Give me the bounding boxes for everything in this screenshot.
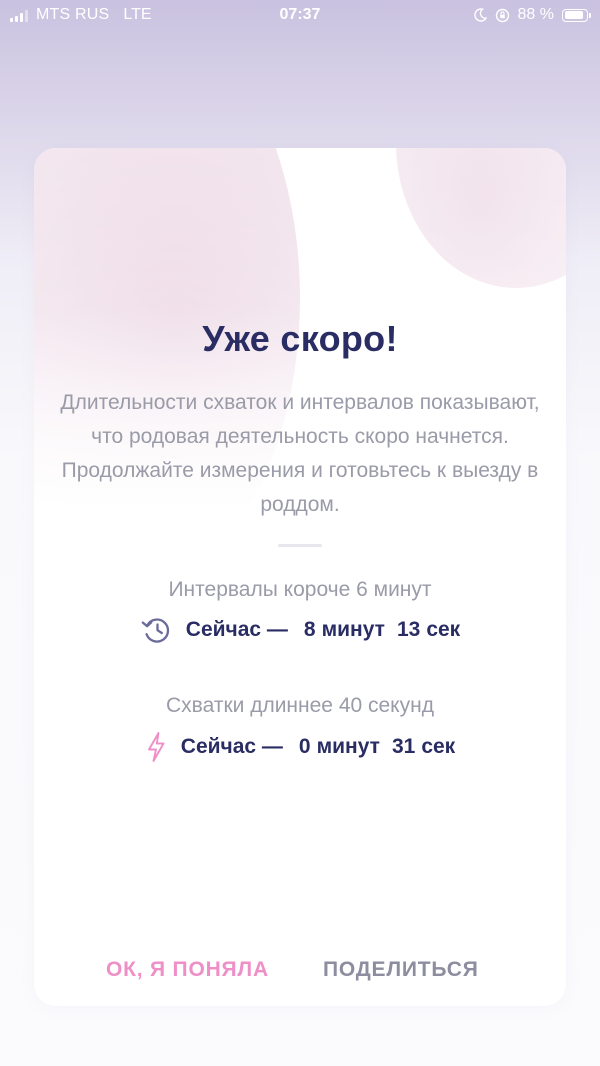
orientation-lock-icon xyxy=(495,8,510,23)
status-bar: MTS RUS LTE 07:37 88 % xyxy=(0,0,600,32)
dialog-description: Длительности схваток и интервалов показы… xyxy=(60,391,540,516)
intervals-seconds-value: 13 xyxy=(396,618,421,641)
contractions-minutes-unit: минут xyxy=(316,735,380,758)
status-right: 88 % xyxy=(473,6,591,24)
intervals-minutes-value: 8 xyxy=(303,618,316,641)
intervals-seconds-unit: сек xyxy=(426,618,461,641)
completion-dialog: Уже скоро! Длительности схваток и интерв… xyxy=(34,148,566,1006)
contractions-seconds-value: 31 xyxy=(391,735,416,758)
dialog-title: Уже скоро! xyxy=(202,318,398,359)
intervals-minutes-unit: минут xyxy=(321,618,385,641)
moon-icon xyxy=(473,8,487,22)
intervals-label: Интервалы короче 6 минут xyxy=(168,578,432,601)
battery-icon xyxy=(562,8,591,22)
contractions-seconds-unit: сек xyxy=(421,735,456,758)
divider xyxy=(278,544,322,547)
share-button[interactable]: ПОДЕЛИТЬСЯ xyxy=(323,958,479,982)
intervals-now-label: Сейчас — xyxy=(185,618,288,641)
dialog-actions: ОК, Я ПОНЯЛА ПОДЕЛИТЬСЯ xyxy=(34,958,566,988)
dialog-content: Уже скоро! Длительности схваток и интерв… xyxy=(34,148,566,1006)
contractions-minutes-value: 0 xyxy=(298,735,311,758)
contractions-label: Схватки длиннее 40 секунд xyxy=(166,694,434,717)
battery-percent: 88 % xyxy=(517,6,554,23)
battery-fill xyxy=(564,11,583,19)
lightning-icon xyxy=(145,731,167,763)
contractions-now-label: Сейчас — xyxy=(180,735,283,758)
intervals-current: Сейчас — 8 минут 13 сек xyxy=(34,614,566,646)
history-clock-icon xyxy=(140,616,172,644)
contractions-current: Сейчас — 0 минут 31 сек xyxy=(34,730,566,764)
ok-button[interactable]: ОК, Я ПОНЯЛА xyxy=(106,958,269,982)
